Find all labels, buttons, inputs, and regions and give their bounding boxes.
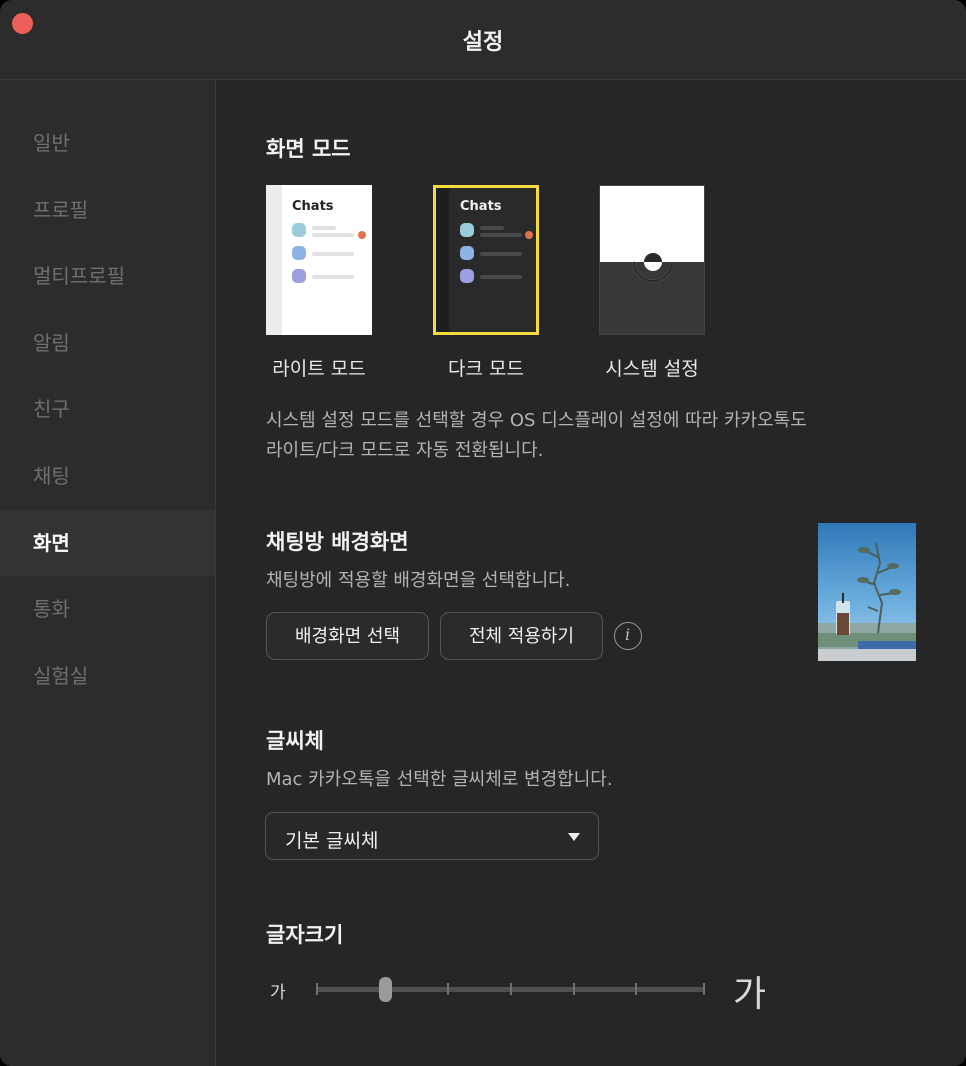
apply-all-button[interactable]: 전체 적용하기 [440,612,603,660]
dark-preview-line [480,233,522,237]
dark-preview-badge [525,231,533,239]
dark-preview-avatar [460,223,474,237]
light-preview-line [312,275,354,279]
wallpaper-photo [818,523,916,661]
wallpaper-preview-image[interactable] [818,523,916,661]
caret-down-icon [568,833,580,841]
font-size-small-label: 가 [270,983,286,1003]
light-preview-strip [266,185,282,335]
light-preview-title: Chats [292,199,334,214]
slider-tick [703,983,705,995]
light-preview-line [312,233,354,237]
dark-preview-line [480,252,522,256]
info-icon[interactable]: i [614,622,642,650]
slider-tick [510,983,512,995]
light-mode-card[interactable]: Chats [266,185,372,335]
font-select[interactable]: 기본 글씨체 [265,812,599,860]
dark-preview-avatar [460,269,474,283]
sidebar-item-notifications[interactable]: 알림 [0,310,215,376]
select-wallpaper-button[interactable]: 배경화면 선택 [266,612,429,660]
wallpaper-description: 채팅방에 적용할 배경화면을 선택합니다. [266,570,571,591]
light-preview-avatar [292,269,306,283]
sidebar-item-friends[interactable]: 친구 [0,376,215,442]
wallpaper-heading: 채팅방 배경화면 [266,530,409,554]
settings-sidebar: 일반 프로필 멀티프로필 알림 친구 채팅 화면 통화 실험실 [0,80,216,1066]
dark-mode-label[interactable]: 다크 모드 [406,354,566,381]
slider-tick [316,983,318,995]
font-size-slider-thumb[interactable] [379,977,392,1002]
system-mode-icon [632,241,674,283]
font-size-large-label: 가 [733,974,767,1015]
sidebar-item-display[interactable]: 화면 [0,510,215,576]
dark-preview-avatar [460,246,474,260]
slider-tick [573,983,575,995]
sidebar-item-chats[interactable]: 채팅 [0,443,215,509]
info-icon-glyph: i [624,625,631,644]
sidebar-item-calls[interactable]: 통화 [0,576,215,642]
font-description: Mac 카카오톡을 선택한 글씨체로 변경합니다. [266,769,613,790]
dark-mode-card[interactable]: Chats [433,185,539,335]
font-size-heading: 글자크기 [266,923,344,947]
dark-preview-title: Chats [460,199,502,214]
sidebar-item-labs[interactable]: 실험실 [0,643,215,709]
light-mode-label[interactable]: 라이트 모드 [239,354,399,381]
dark-preview-line [480,275,522,279]
display-mode-description-line2: 라이트/다크 모드로 자동 전환됩니다. [266,440,544,461]
dark-preview-line [480,226,504,230]
light-preview-badge [358,231,366,239]
sidebar-item-general[interactable]: 일반 [0,110,215,176]
slider-tick [447,983,449,995]
system-mode-label[interactable]: 시스템 설정 [572,354,732,381]
slider-tick [635,983,637,995]
display-mode-description-line1: 시스템 설정 모드를 선택할 경우 OS 디스플레이 설정에 따라 카카오톡도 [266,410,807,431]
light-preview-line [312,252,354,256]
light-preview-line [312,226,336,230]
font-heading: 글씨체 [266,729,324,753]
sidebar-item-profile[interactable]: 프로필 [0,177,215,243]
system-mode-card[interactable] [599,185,705,335]
light-preview-avatar [292,246,306,260]
dark-preview-strip [436,188,449,332]
font-select-value: 기본 글씨체 [285,830,379,852]
sidebar-item-multiprofile[interactable]: 멀티프로필 [0,243,215,309]
light-preview-avatar [292,223,306,237]
title-bar: 설정 [0,0,966,80]
window-title: 설정 [462,30,504,55]
display-mode-heading: 화면 모드 [266,137,351,161]
settings-window: 설정 일반 프로필 멀티프로필 알림 친구 채팅 화면 통화 실험실 화면 모드… [0,0,966,1066]
